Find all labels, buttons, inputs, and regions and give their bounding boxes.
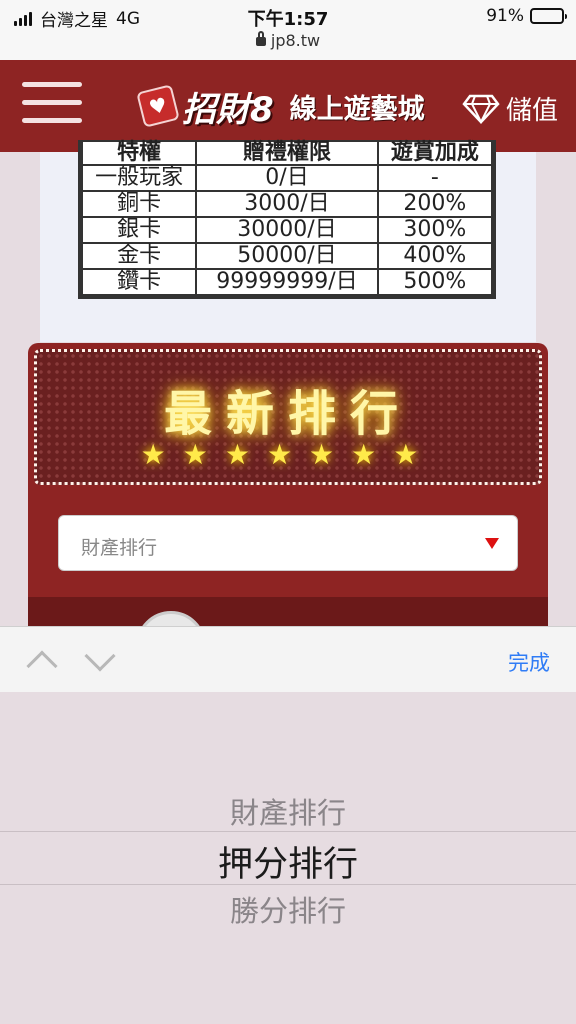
table-row: 鑽卡 99999999/日 500% — [79, 268, 495, 298]
logo-sub-text: 線上遊藝城 — [289, 93, 425, 125]
picker-option-selected[interactable]: 押分排行 — [0, 836, 576, 887]
table-row: 銀卡 30000/日 300% — [79, 216, 495, 244]
ranking-panel: 最新排行 ★★★★★★★ 財產排行 — [28, 343, 548, 633]
status-bar: 台灣之星 4G 下午1:57 jp8.tw 91% — [0, 0, 576, 60]
table-cell: 金卡 — [79, 242, 198, 270]
deposit-label: 儲值 — [505, 96, 558, 126]
card-suit-icon: ♥ — [136, 84, 180, 128]
site-header: ♥ 招財8 線上遊藝城 儲值 — [0, 60, 576, 152]
table-cell: 200% — [376, 190, 495, 218]
table-row: 金卡 50000/日 400% — [79, 242, 495, 270]
chevron-up-icon[interactable] — [26, 650, 58, 682]
table-cell: 500% — [376, 268, 495, 298]
logo-main-text: 招財8 — [182, 89, 274, 130]
table-cell: 鑽卡 — [79, 268, 198, 298]
ranking-type-select[interactable]: 財產排行 — [58, 515, 518, 571]
deposit-button[interactable]: 儲值 — [462, 90, 558, 127]
table-cell: 3000/日 — [195, 190, 379, 218]
url-bar[interactable]: jp8.tw — [0, 31, 576, 50]
table-row: 一般玩家 0/日 - — [79, 164, 495, 192]
star-icons: ★★★★★★★ — [140, 438, 436, 471]
table-header: 贈禮權限 — [195, 140, 379, 166]
table-cell: - — [376, 164, 495, 192]
picker-wheel[interactable]: 財產排行 押分排行 勝分排行 — [0, 692, 576, 1024]
table-cell: 一般玩家 — [79, 164, 198, 192]
site-logo[interactable]: ♥ 招財8 線上遊藝城 — [136, 78, 425, 134]
table-cell: 30000/日 — [195, 216, 379, 244]
selection-line-top — [0, 831, 576, 832]
dropdown-arrow-icon — [485, 538, 499, 549]
lock-icon — [255, 31, 266, 46]
table-row: 銅卡 3000/日 200% — [79, 190, 495, 218]
diamond-icon — [462, 94, 500, 124]
ranking-marquee: 最新排行 ★★★★★★★ — [34, 349, 542, 485]
url-text: jp8.tw — [270, 31, 321, 50]
table-cell: 銅卡 — [79, 190, 198, 218]
ranking-select-value: 財產排行 — [81, 537, 158, 559]
table-header: 特權 — [79, 140, 198, 166]
chevron-down-icon[interactable] — [84, 640, 116, 672]
selection-line-bottom — [0, 884, 576, 885]
table-cell: 99999999/日 — [195, 268, 379, 298]
menu-icon[interactable] — [22, 82, 82, 128]
picker-toolbar: 完成 — [0, 626, 576, 692]
privilege-table: 特權 贈禮權限 遊賞加成 一般玩家 0/日 - 銅卡 3000/日 200% 銀… — [78, 140, 496, 299]
ranking-title: 最新排行 — [163, 386, 412, 442]
done-button[interactable]: 完成 — [508, 647, 550, 677]
table-cell: 銀卡 — [79, 216, 198, 244]
table-cell: 0/日 — [195, 164, 379, 192]
table-cell: 400% — [376, 242, 495, 270]
battery-percent: 91% — [486, 6, 524, 26]
table-header-row: 特權 贈禮權限 遊賞加成 — [79, 140, 495, 166]
battery-info: 91% — [486, 6, 567, 26]
battery-icon — [530, 8, 567, 24]
table-cell: 50000/日 — [195, 242, 379, 270]
picker-option[interactable]: 勝分排行 — [0, 888, 576, 930]
table-header: 遊賞加成 — [376, 140, 495, 166]
picker-option[interactable]: 財產排行 — [0, 790, 576, 832]
table-cell: 300% — [376, 216, 495, 244]
